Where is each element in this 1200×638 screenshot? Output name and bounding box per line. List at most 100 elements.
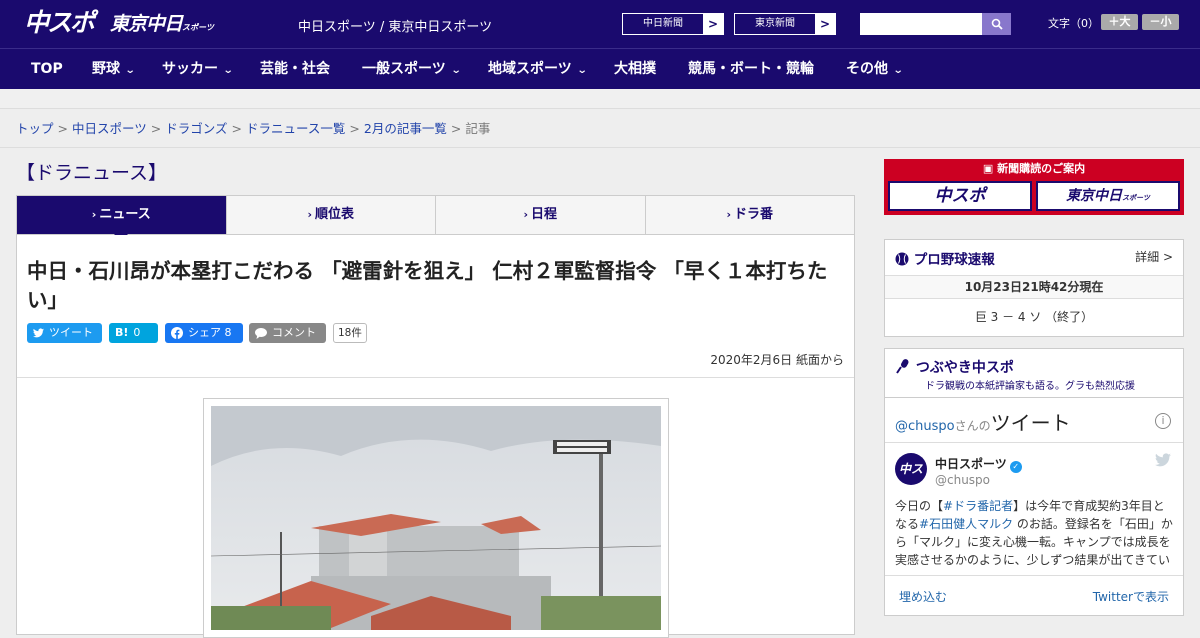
tokyo-subscription-card[interactable]: 東京中日スポーツ — [1036, 181, 1180, 211]
baseball-score-line[interactable]: 巨 3 － 4 ソ （終了） — [885, 308, 1183, 325]
tab-standings[interactable]: › 順位表 — [227, 196, 436, 234]
tab-label: 順位表 — [315, 207, 355, 222]
tweet-text: 今日の【#ドラ番記者】は今年で育成契約3年目となる#石田健人マルク のお話。登録… — [895, 497, 1175, 567]
nav-label: サッカー — [162, 61, 218, 77]
subscription-title: ▣ 新聞購読のご案内 — [884, 161, 1184, 177]
breadcrumb-dora-news-list[interactable]: ドラニュース一覧 — [246, 121, 345, 136]
info-icon[interactable]: i — [1155, 413, 1171, 429]
twitter-widget-subtitle: ドラ観戦の本紙評論家も語る。グラも熱烈応援 — [925, 381, 1135, 392]
tokyo-chunichi-logo[interactable]: 東京中日スポーツ — [110, 12, 214, 40]
nav-item-top[interactable]: TOP — [31, 49, 63, 90]
chevron-down-icon: ⌄ — [892, 65, 904, 76]
embed-link[interactable]: 埋め込む — [899, 588, 947, 605]
tab-label: 日程 — [531, 207, 558, 222]
section-title: 【ドラニュース】 — [16, 162, 168, 184]
section-tabs: › ニュース › 順位表 › 日程 › ドラ番 — [16, 195, 855, 241]
tweet-account-user[interactable]: @chuspo — [935, 473, 990, 487]
breadcrumb-current: 記事 — [465, 121, 491, 136]
view-on-twitter-link[interactable]: Twitterで表示 — [1093, 588, 1169, 605]
tweet-account-name[interactable]: 中日スポーツ ✓ — [935, 455, 1022, 473]
tokyo-shimbun-link[interactable]: 東京新聞 > — [734, 13, 836, 35]
breadcrumb-separator: > — [349, 121, 360, 136]
tweet-button[interactable]: ツイート — [27, 323, 102, 343]
nav-item-general-sports[interactable]: 一般スポーツ ⌄ — [362, 49, 462, 90]
twitter-widget-footer: 埋め込む Twitterで表示 — [885, 575, 1183, 615]
nav-item-baseball[interactable]: 野球 ⌄ — [92, 49, 136, 90]
chevron-right-icon: › — [307, 208, 313, 221]
nav-item-entertainment[interactable]: 芸能・社会 — [260, 49, 330, 90]
font-decrease-button[interactable]: －小 — [1142, 14, 1179, 30]
main-nav: TOP 野球 ⌄ サッカー ⌄ 芸能・社会 一般スポーツ ⌄ 地域スポーツ ⌄ 大相撲 … — [0, 48, 1200, 89]
hatena-icon: B! — [115, 326, 129, 339]
tweet-label: ツイート — [49, 326, 93, 339]
nav-item-local-sports[interactable]: 地域スポーツ ⌄ — [488, 49, 588, 90]
avatar[interactable]: 中スポ — [895, 453, 927, 508]
subscription-title-text: 新聞購読のご案内 — [997, 162, 1086, 175]
breadcrumb: トップ > 中日スポーツ > ドラゴンズ > ドラニュース一覧 >2月の記事一覧 > 記事 — [0, 110, 1200, 148]
tokyo-logo-text: 東京中日 — [110, 13, 183, 35]
nav-item-other[interactable]: その他 ⌄ — [846, 49, 904, 90]
search-button[interactable] — [982, 13, 1011, 35]
chunichi-shimbun-link[interactable]: 中日新聞 > — [622, 13, 724, 35]
tab-news[interactable]: › ニュース — [17, 196, 227, 241]
article: 中日・石川昂が本塁打こだわる 「避雷針を狙え」 仁村２軍監督指令 「早く１本打ち… — [16, 235, 855, 638]
tab-dora-ban[interactable]: › ドラ番 — [646, 196, 855, 234]
facebook-icon — [171, 327, 183, 339]
twitter-bird-icon[interactable] — [1155, 453, 1171, 467]
chevron-down-icon: ⌄ — [124, 65, 136, 76]
twitter-bird-icon — [33, 328, 44, 338]
comment-button[interactable]: コメント — [249, 323, 326, 343]
ad-spacer — [0, 89, 1200, 109]
nav-label: 大相撲 — [614, 61, 656, 77]
comment-count[interactable]: 18件 — [333, 323, 367, 343]
article-headline: 中日・石川昂が本塁打こだわる 「避雷針を狙え」 仁村２軍監督指令 「早く１本打ち… — [27, 259, 828, 312]
ext-link-label: 中日新聞 — [643, 18, 683, 29]
chuspo-subscription-card[interactable]: 中スポ — [888, 181, 1032, 211]
nav-item-sumo[interactable]: 大相撲 — [614, 49, 656, 90]
microphone-icon — [896, 359, 909, 374]
speech-bubble-icon — [255, 327, 267, 339]
font-increase-button[interactable]: ＋大 — [1101, 14, 1138, 30]
search-input[interactable] — [860, 13, 982, 35]
chevron-down-icon: ⌄ — [576, 65, 588, 76]
baseball-widget-title: プロ野球速報 — [895, 248, 995, 268]
breadcrumb-dragons[interactable]: ドラゴンズ — [165, 121, 227, 136]
breadcrumb-separator: > — [450, 121, 462, 136]
divider — [885, 397, 1183, 398]
chevron-down-icon: ⌄ — [222, 65, 234, 76]
tab-label: ニュース — [99, 207, 151, 222]
twitter-timeline-header[interactable]: @chuspoさんのツイート — [895, 407, 1071, 436]
hatena-bookmark-button[interactable]: B! 0 — [109, 323, 158, 343]
twitter-title-text: つぶやき中スポ — [915, 360, 1014, 376]
nav-label: TOP — [31, 61, 63, 77]
nav-label: 芸能・社会 — [260, 61, 330, 77]
tab-schedule[interactable]: › 日程 — [436, 196, 646, 234]
nav-label: 一般スポーツ — [362, 61, 446, 77]
nav-label: 地域スポーツ — [488, 61, 572, 77]
hashtag-link[interactable]: #石田健人マルク — [919, 517, 1013, 531]
breadcrumb-chunichi-sports[interactable]: 中日スポーツ — [72, 121, 147, 136]
nav-item-soccer[interactable]: サッカー ⌄ — [162, 49, 234, 90]
breadcrumb-february-list[interactable]: 2月の記事一覧 — [364, 121, 447, 136]
chevron-right-icon: > — [703, 14, 723, 34]
article-photo[interactable] — [203, 398, 669, 638]
twitter-widget-title: つぶやき中スポ — [895, 357, 1014, 377]
font-size-label: 文字（0） — [1048, 17, 1099, 30]
breadcrumb-separator: > — [57, 121, 68, 136]
chevron-right-icon: › — [726, 208, 732, 221]
breadcrumb-top[interactable]: トップ — [16, 121, 54, 136]
baseball-detail-link[interactable]: 詳細 > — [1135, 248, 1173, 265]
comment-label: コメント — [272, 326, 316, 339]
facebook-share-label: シェア — [188, 326, 221, 339]
twitter-handle[interactable]: @chuspo — [895, 419, 955, 434]
chevron-right-icon: › — [523, 208, 529, 221]
hashtag-link[interactable]: #ドラ番記者 — [943, 499, 1013, 513]
subscription-banner[interactable]: ▣ 新聞購読のご案内 中スポ 東京中日スポーツ — [884, 159, 1184, 215]
stadium-photo-image — [211, 406, 661, 630]
verified-badge-icon: ✓ — [1009, 461, 1022, 473]
nav-item-racing[interactable]: 競馬・ボート・競輪 — [688, 49, 814, 90]
facebook-share-button[interactable]: シェア 8 — [165, 323, 243, 343]
chevron-down-icon: ⌄ — [450, 65, 462, 76]
chuspo-logo[interactable]: 中スポ — [24, 9, 95, 37]
tab-label: ドラ番 — [734, 207, 774, 222]
